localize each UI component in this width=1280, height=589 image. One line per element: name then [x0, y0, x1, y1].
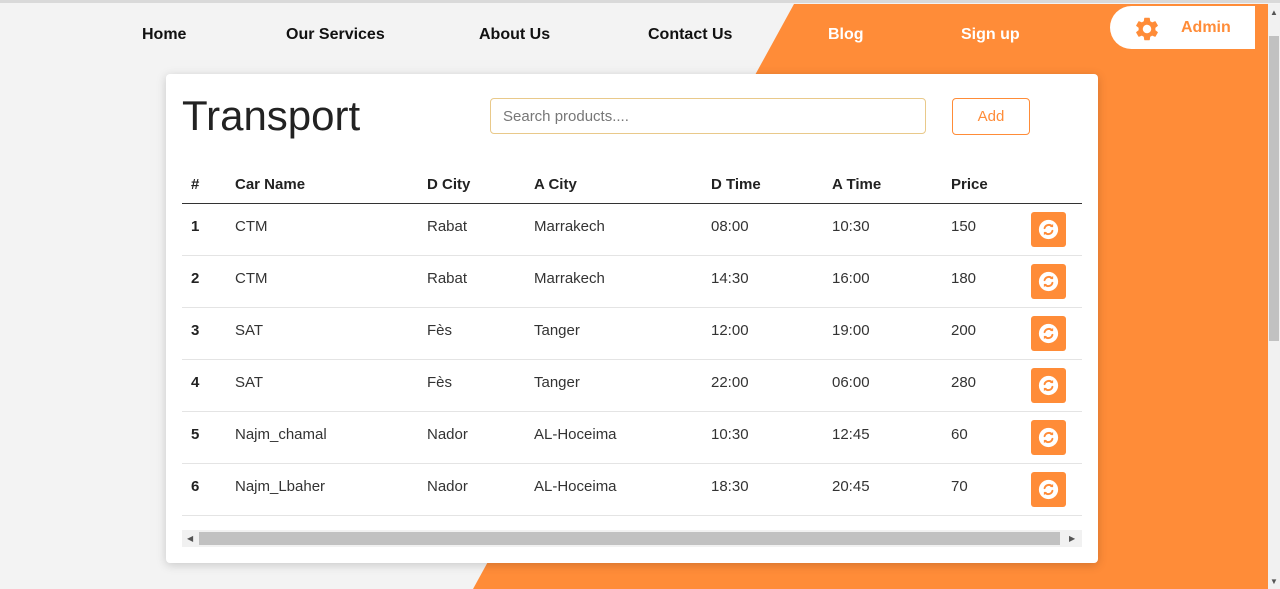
cell-price: 280: [951, 374, 977, 391]
table-row: 5 Najm_chamal Nador AL-Hoceima 10:30 12:…: [182, 412, 1082, 464]
header-departure-city: D City: [427, 176, 471, 193]
table-row: 3 SAT Fès Tanger 12:00 19:00 200: [182, 308, 1082, 360]
refresh-button[interactable]: [1031, 368, 1066, 403]
cell-departure-time: 12:00: [711, 322, 749, 339]
cell-departure-city: Fès: [427, 322, 453, 339]
cell-departure-time: 14:30: [711, 270, 749, 287]
transport-card: Transport Add # Car Name D City A City D…: [166, 74, 1098, 563]
table-row: 1 CTM Rabat Marrakech 08:00 10:30 150: [182, 204, 1082, 256]
cell-arrival-city: Marrakech: [534, 270, 605, 287]
header-departure-time: D Time: [711, 176, 761, 193]
cell-car-name: SAT: [235, 374, 264, 391]
nav-sign-up[interactable]: Sign up: [961, 26, 1020, 44]
nav-blog[interactable]: Blog: [828, 26, 864, 44]
nav-home[interactable]: Home: [142, 26, 186, 44]
cell-departure-city: Rabat: [427, 218, 468, 235]
transport-table: # Car Name D City A City D Time A Time P…: [182, 160, 1082, 516]
horizontal-scrollbar[interactable]: ◀ ▶: [182, 530, 1082, 547]
add-button[interactable]: Add: [952, 98, 1030, 135]
cell-price: 180: [951, 270, 977, 287]
refresh-icon: [1038, 323, 1059, 344]
cell-price: 150: [951, 218, 977, 235]
cell-arrival-city: Tanger: [534, 322, 580, 339]
cell-index: 1: [191, 218, 200, 235]
header-price: Price: [951, 176, 988, 193]
cell-departure-city: Fès: [427, 374, 453, 391]
cell-car-name: CTM: [235, 218, 268, 235]
window-top-border: [0, 0, 1280, 3]
admin-label: Admin: [1181, 19, 1231, 36]
search-input[interactable]: [490, 98, 926, 134]
admin-button[interactable]: Admin: [1110, 6, 1255, 49]
gear-icon: [1136, 17, 1158, 41]
header-arrival-city: A City: [534, 176, 577, 193]
cell-arrival-city: Marrakech: [534, 218, 605, 235]
cell-price: 70: [951, 478, 968, 495]
nav-about-us[interactable]: About Us: [479, 26, 550, 44]
nav-our-services[interactable]: Our Services: [286, 26, 385, 44]
table-header-row: # Car Name D City A City D Time A Time P…: [182, 160, 1082, 204]
cell-index: 3: [191, 322, 200, 339]
cell-arrival-time: 06:00: [832, 374, 870, 391]
scroll-down-arrow-icon[interactable]: ▼: [1270, 577, 1278, 586]
nav-contact-us[interactable]: Contact Us: [648, 26, 732, 44]
page-title: Transport: [182, 92, 361, 139]
refresh-icon: [1038, 427, 1059, 448]
cell-departure-time: 10:30: [711, 426, 749, 443]
cell-arrival-city: Tanger: [534, 374, 580, 391]
header-arrival-time: A Time: [832, 176, 882, 193]
cell-arrival-city: AL-Hoceima: [534, 478, 617, 495]
horizontal-scrollbar-thumb[interactable]: [199, 532, 1060, 545]
cell-car-name: SAT: [235, 322, 264, 339]
cell-car-name: CTM: [235, 270, 268, 287]
cell-index: 5: [191, 426, 200, 443]
table-row: 6 Najm_Lbaher Nador AL-Hoceima 18:30 20:…: [182, 464, 1082, 516]
cell-departure-time: 08:00: [711, 218, 749, 235]
refresh-button[interactable]: [1031, 472, 1066, 507]
cell-car-name: Najm_Lbaher: [235, 478, 326, 495]
cell-arrival-time: 10:30: [832, 218, 870, 235]
table-row: 4 SAT Fès Tanger 22:00 06:00 280: [182, 360, 1082, 412]
refresh-icon: [1038, 271, 1059, 292]
cell-index: 2: [191, 270, 200, 287]
cell-departure-city: Nador: [427, 478, 468, 495]
cell-price: 200: [951, 322, 977, 339]
scroll-right-arrow-icon[interactable]: ▶: [1069, 534, 1075, 543]
cell-arrival-time: 12:45: [832, 426, 870, 443]
scroll-up-arrow-icon[interactable]: ▲: [1270, 8, 1278, 17]
cell-arrival-time: 16:00: [832, 270, 870, 287]
refresh-icon: [1038, 219, 1059, 240]
refresh-button[interactable]: [1031, 420, 1066, 455]
scroll-left-arrow-icon[interactable]: ◀: [187, 534, 193, 543]
cell-car-name: Najm_chamal: [235, 426, 327, 443]
cell-index: 4: [191, 374, 200, 391]
cell-arrival-time: 19:00: [832, 322, 870, 339]
cell-arrival-time: 20:45: [832, 478, 870, 495]
cell-index: 6: [191, 478, 200, 495]
cell-arrival-city: AL-Hoceima: [534, 426, 617, 443]
cell-departure-time: 22:00: [711, 374, 749, 391]
refresh-button[interactable]: [1031, 212, 1066, 247]
refresh-button[interactable]: [1031, 264, 1066, 299]
header-index: #: [191, 176, 200, 193]
table-row: 2 CTM Rabat Marrakech 14:30 16:00 180: [182, 256, 1082, 308]
vertical-scrollbar[interactable]: ▲ ▼: [1268, 4, 1280, 589]
refresh-icon: [1038, 479, 1059, 500]
cell-departure-city: Nador: [427, 426, 468, 443]
cell-departure-city: Rabat: [427, 270, 468, 287]
vertical-scrollbar-thumb[interactable]: [1269, 36, 1279, 341]
header-car-name: Car Name: [235, 176, 306, 193]
refresh-button[interactable]: [1031, 316, 1066, 351]
refresh-icon: [1038, 375, 1059, 396]
cell-departure-time: 18:30: [711, 478, 749, 495]
cell-price: 60: [951, 426, 968, 443]
